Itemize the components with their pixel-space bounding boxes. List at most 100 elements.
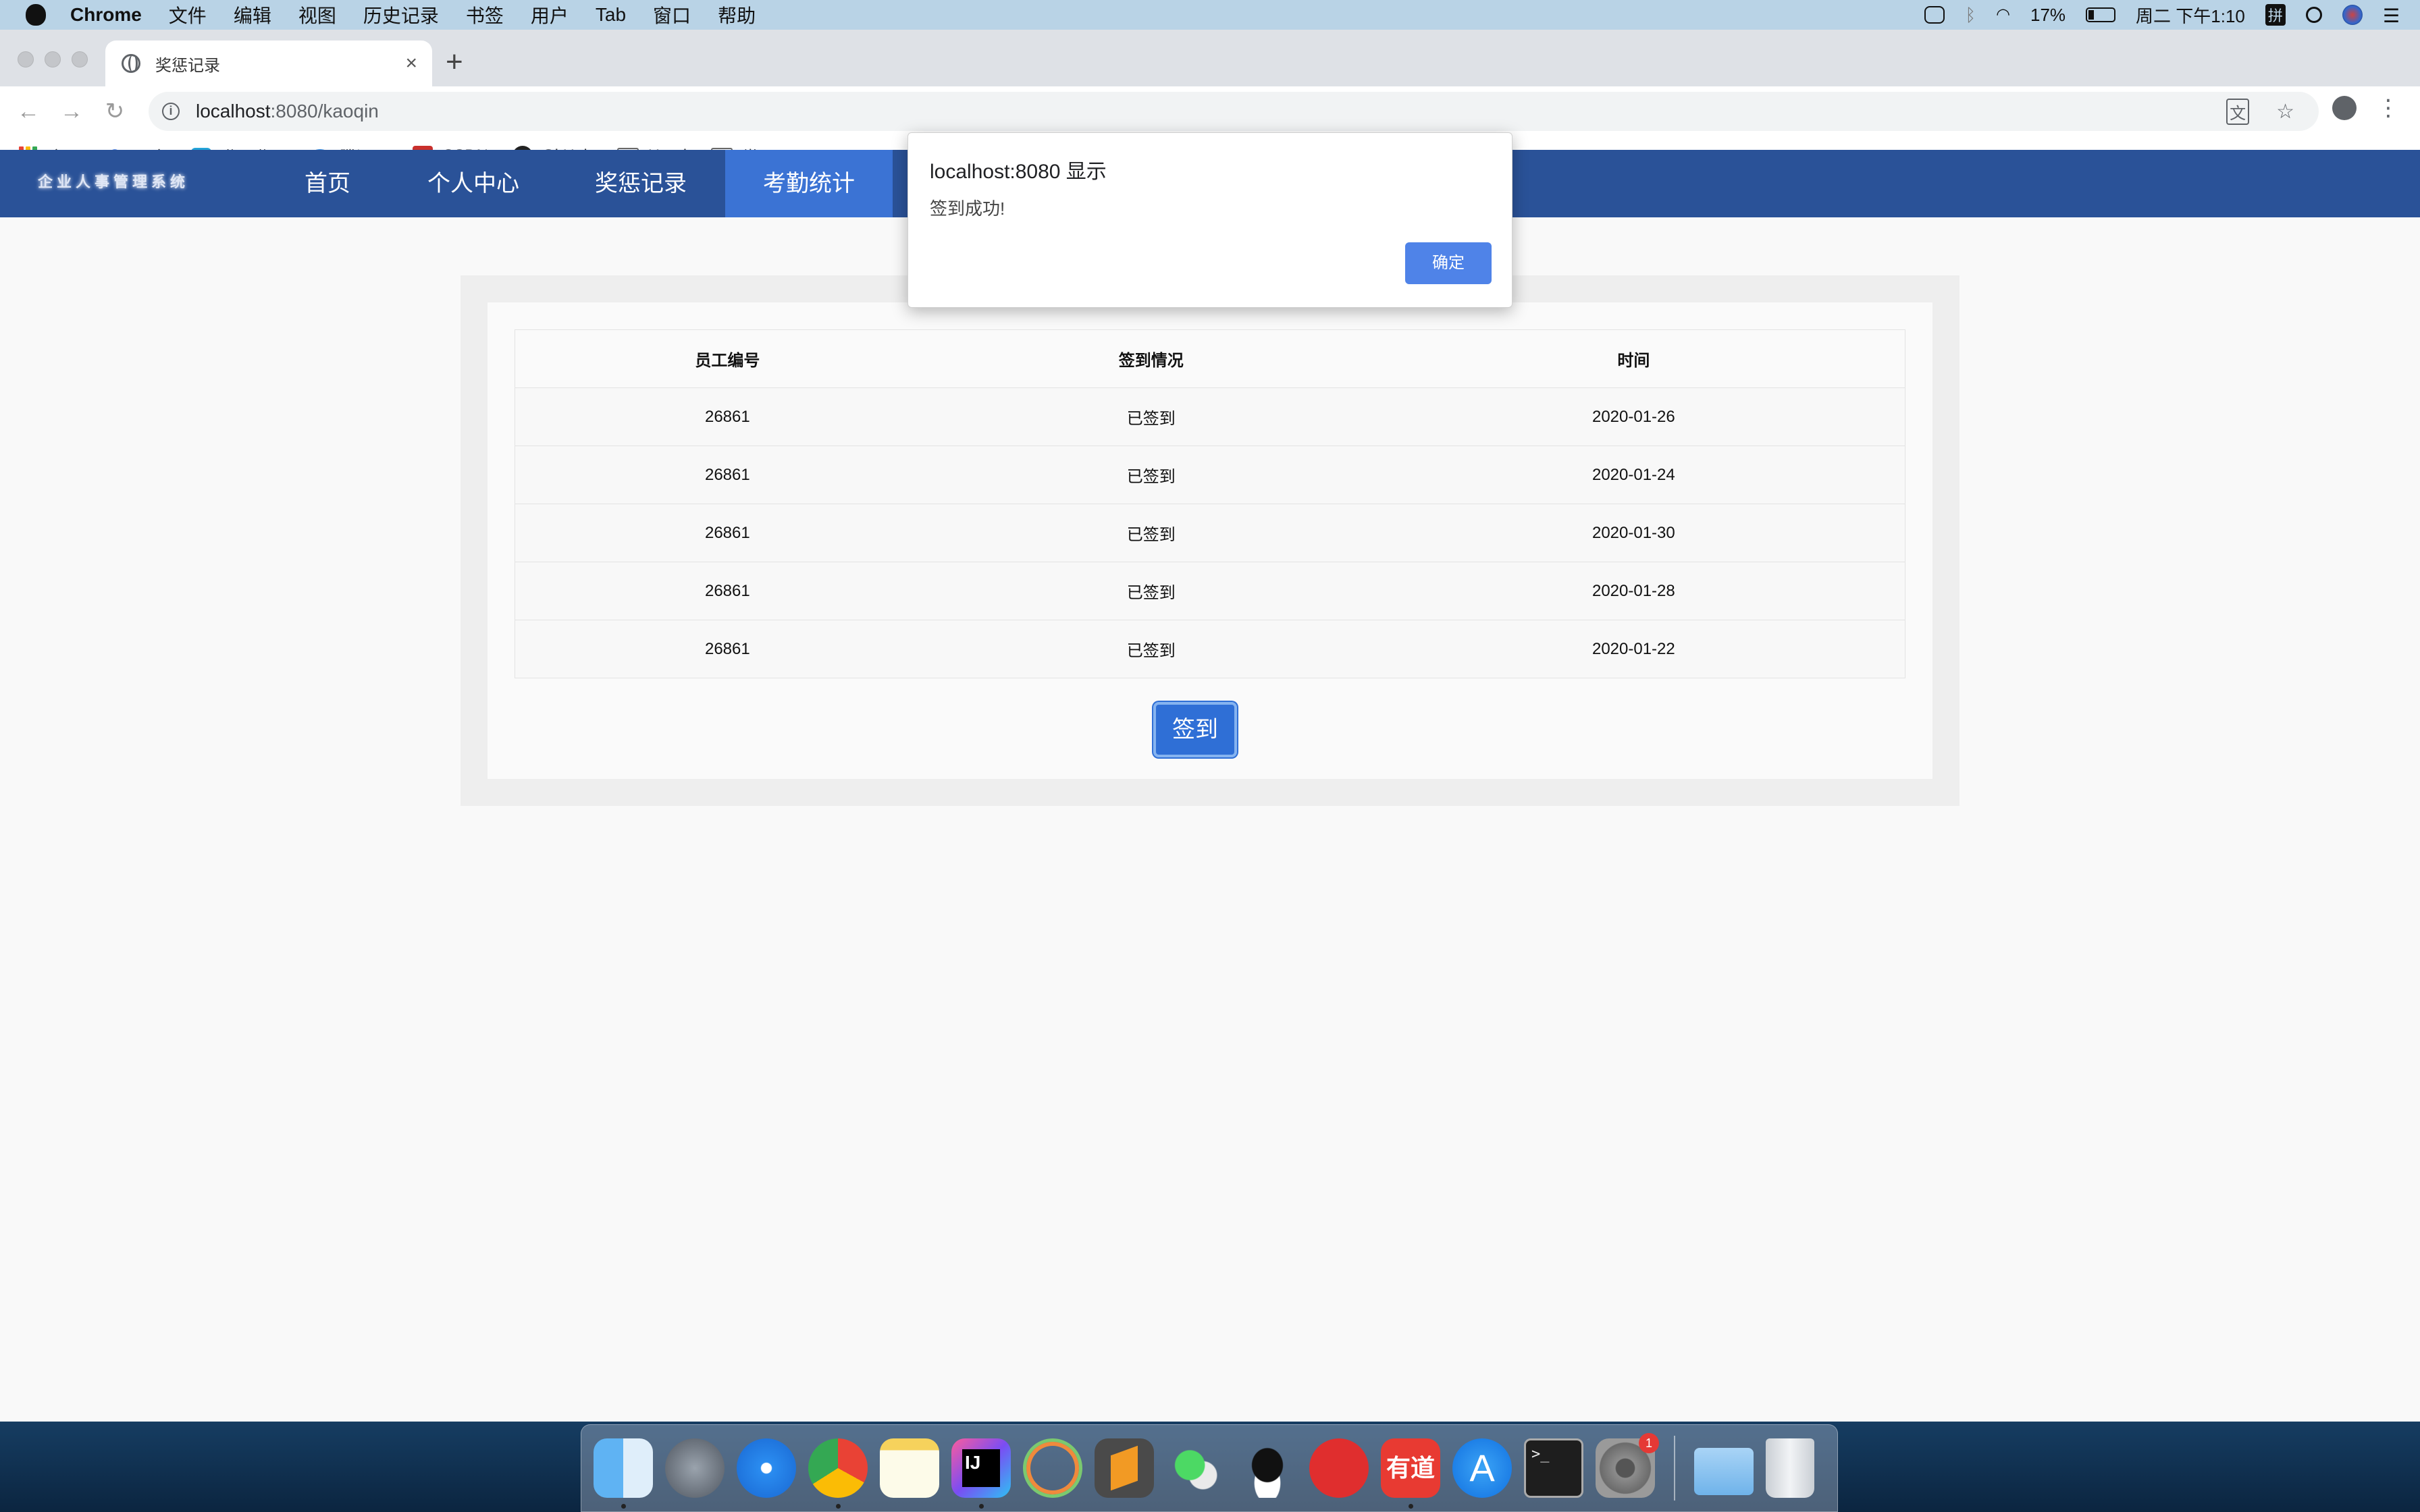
nav-attendance[interactable]: 考勤统计 xyxy=(725,150,893,217)
omnibox-actions: 文 ☆ xyxy=(2226,92,2294,131)
attendance-card: 员工编号 签到情况 时间 26861 已签到 2020-01-26 26861 … xyxy=(488,302,1932,779)
cell-employee-id: 26861 xyxy=(515,562,940,620)
youdao-label: 有道 xyxy=(1386,1454,1435,1482)
intellij-icon[interactable]: IJ xyxy=(951,1438,1011,1509)
site-info-icon[interactable]: i xyxy=(162,103,180,120)
cell-employee-id: 26861 xyxy=(515,387,940,446)
sublime-icon[interactable] xyxy=(1095,1438,1154,1498)
table-row: 26861 已签到 2020-01-26 xyxy=(515,387,1905,446)
bookmark-star-icon[interactable]: ☆ xyxy=(2276,100,2294,124)
dialog-message: 签到成功! xyxy=(930,198,1005,219)
battery-percent: 17% xyxy=(2030,4,2066,25)
screen-share-icon[interactable] xyxy=(1924,6,1945,24)
menu-file[interactable]: 文件 xyxy=(169,1,207,28)
macos-menu-bar: Chrome 文件 编辑 视图 历史记录 书签 用户 Tab 窗口 帮助 ᛒ ◠… xyxy=(0,0,2420,30)
menu-window[interactable]: 窗口 xyxy=(653,1,691,28)
alert-dialog: localhost:8080 显示 签到成功! 确定 xyxy=(908,132,1512,308)
apple-icon[interactable] xyxy=(26,4,46,26)
safari-icon[interactable] xyxy=(737,1438,796,1498)
datagrip-icon[interactable] xyxy=(1023,1438,1082,1498)
cell-time: 2020-01-24 xyxy=(1362,446,1905,504)
clock[interactable]: 周二 下午1:10 xyxy=(2136,3,2245,28)
menu-tab[interactable]: Tab xyxy=(596,4,626,26)
tab-title: 奖惩记录 xyxy=(155,56,220,75)
menu-app-chrome[interactable]: Chrome xyxy=(70,4,142,26)
tab-strip: 奖惩记录 × + xyxy=(0,30,2420,86)
nav-rewards-records[interactable]: 奖惩记录 xyxy=(583,150,698,217)
battery-icon[interactable] xyxy=(2086,7,2116,22)
back-arrow-icon[interactable]: ← xyxy=(14,99,43,125)
more-menu-icon[interactable]: ⋮ xyxy=(2377,94,2400,122)
menu-profiles[interactable]: 用户 xyxy=(531,1,569,28)
page-content: 企业人事管理系统 首页 个人中心 奖惩记录 考勤统计 员工编号 签到情况 时间 … xyxy=(0,150,2420,1392)
table-header-row: 员工编号 签到情况 时间 xyxy=(515,329,1905,388)
menu-history[interactable]: 历史记录 xyxy=(363,1,439,28)
header-time: 时间 xyxy=(1362,329,1905,388)
cell-time: 2020-01-28 xyxy=(1362,562,1905,620)
system-preferences-icon[interactable]: 1 xyxy=(1596,1433,1659,1498)
browser-toolbar: ← → ↻ i localhost:8080/kaoqin 文 ☆ ⋮ xyxy=(0,86,2420,136)
site-logo[interactable]: 企业人事管理系统 xyxy=(38,170,189,192)
chrome-icon[interactable] xyxy=(808,1438,868,1509)
table-row: 26861 已签到 2020-01-22 xyxy=(515,620,1905,678)
cell-employee-id: 26861 xyxy=(515,504,940,562)
address-bar[interactable]: i localhost:8080/kaoqin 文 ☆ xyxy=(149,92,2319,131)
menu-bookmarks[interactable]: 书签 xyxy=(466,1,504,28)
cell-checkin-status: 已签到 xyxy=(939,387,1363,446)
app-store-icon[interactable]: A xyxy=(1452,1438,1512,1498)
cell-checkin-status: 已签到 xyxy=(939,446,1363,504)
dock-separator xyxy=(1674,1436,1675,1501)
wechat-icon[interactable] xyxy=(1166,1438,1226,1498)
launchpad-icon[interactable] xyxy=(665,1438,725,1498)
siri-icon[interactable] xyxy=(2342,5,2363,25)
cell-time: 2020-01-22 xyxy=(1362,620,1905,678)
input-method-icon[interactable]: 拼 xyxy=(2265,4,2286,26)
new-tab-button[interactable]: + xyxy=(446,47,463,77)
minimize-window-button[interactable] xyxy=(45,51,61,68)
cell-time: 2020-01-30 xyxy=(1362,504,1905,562)
nav-home[interactable]: 首页 xyxy=(290,150,365,217)
cell-employee-id: 26861 xyxy=(515,620,940,678)
cell-time: 2020-01-26 xyxy=(1362,387,1905,446)
spotlight-icon[interactable] xyxy=(2305,7,2322,23)
dialog-title: localhost:8080 显示 xyxy=(930,161,1107,183)
finder-icon[interactable] xyxy=(594,1438,653,1509)
window-controls xyxy=(18,51,88,68)
notification-center-icon[interactable]: ☰ xyxy=(2383,5,2400,26)
toolbar-right: ⋮ xyxy=(2332,94,2400,122)
menu-view[interactable]: 视图 xyxy=(298,1,336,28)
notification-badge: 1 xyxy=(1639,1433,1659,1453)
terminal-icon[interactable]: >_ xyxy=(1524,1438,1583,1498)
zoom-window-button[interactable] xyxy=(72,51,88,68)
cell-checkin-status: 已签到 xyxy=(939,620,1363,678)
status-area: ᛒ ◠ 17% 周二 下午1:10 拼 ☰ xyxy=(1924,0,2400,30)
downloads-folder-icon[interactable] xyxy=(1694,1448,1754,1495)
youdao-icon[interactable]: 有道 xyxy=(1381,1438,1440,1509)
checkin-button[interactable]: 签到 xyxy=(1153,702,1237,757)
netease-music-icon[interactable] xyxy=(1309,1438,1369,1498)
profile-avatar-icon[interactable] xyxy=(2332,96,2357,120)
bluetooth-icon[interactable]: ᛒ xyxy=(1965,5,1976,25)
notes-icon[interactable] xyxy=(880,1438,939,1498)
url-path: :8080/kaoqin xyxy=(270,101,379,122)
url-host: localhost xyxy=(196,101,271,122)
reload-icon[interactable]: ↻ xyxy=(100,98,130,125)
dock: IJ 有道 A >_ 1 xyxy=(581,1424,1838,1512)
attendance-table: 员工编号 签到情况 时间 26861 已签到 2020-01-26 26861 … xyxy=(515,329,1905,678)
close-window-button[interactable] xyxy=(18,51,34,68)
table-row: 26861 已签到 2020-01-30 xyxy=(515,504,1905,562)
dialog-ok-button[interactable]: 确定 xyxy=(1405,242,1492,284)
menu-help[interactable]: 帮助 xyxy=(718,1,756,28)
active-tab[interactable]: 奖惩记录 × xyxy=(105,40,432,86)
nav-profile[interactable]: 个人中心 xyxy=(417,150,529,217)
table-row: 26861 已签到 2020-01-28 xyxy=(515,562,1905,620)
translate-icon[interactable]: 文 xyxy=(2226,98,2250,125)
menu-edit[interactable]: 编辑 xyxy=(234,1,271,28)
forward-arrow-icon[interactable]: → xyxy=(57,99,86,125)
close-tab-icon[interactable]: × xyxy=(405,52,417,75)
table-row: 26861 已签到 2020-01-24 xyxy=(515,446,1905,504)
cell-checkin-status: 已签到 xyxy=(939,504,1363,562)
wifi-icon[interactable]: ◠ xyxy=(1996,5,2010,25)
trash-icon[interactable] xyxy=(1766,1438,1814,1498)
qq-icon[interactable] xyxy=(1238,1438,1297,1498)
